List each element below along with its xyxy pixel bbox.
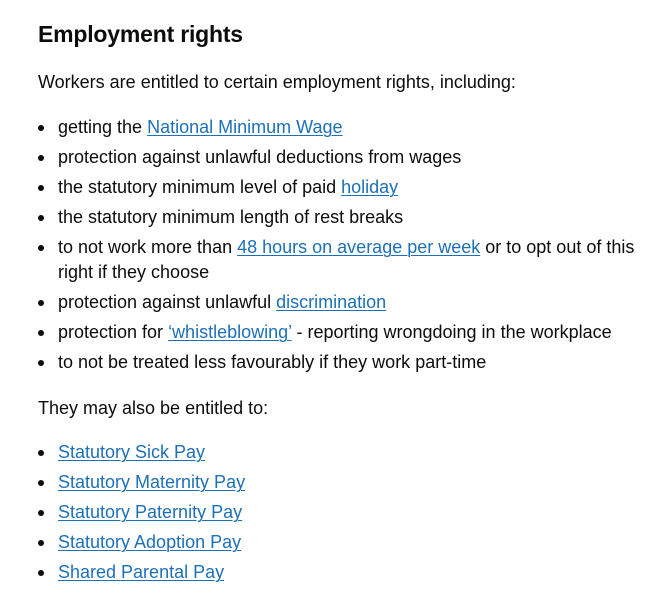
bullet-icon	[38, 125, 44, 131]
list-item: protection against unlawful discriminati…	[38, 290, 658, 315]
bullet-icon	[38, 185, 44, 191]
list-item: the statutory minimum level of paid holi…	[38, 175, 658, 200]
list-item: Statutory Paternity Pay	[38, 500, 658, 525]
bullet-icon	[38, 540, 44, 546]
list-item: Statutory Adoption Pay	[38, 530, 658, 555]
statutory-paternity-pay-link[interactable]: Statutory Paternity Pay	[58, 502, 242, 522]
whistleblowing-link[interactable]: ‘whistleblowing’	[168, 322, 291, 342]
bullet-icon	[38, 330, 44, 336]
bullet-icon	[38, 300, 44, 306]
list-item: to not work more than 48 hours on averag…	[38, 235, 658, 285]
national-minimum-wage-link[interactable]: National Minimum Wage	[147, 117, 342, 137]
bullet-icon	[38, 155, 44, 161]
discrimination-link[interactable]: discrimination	[276, 292, 386, 312]
shared-parental-pay-link[interactable]: Shared Parental Pay	[58, 562, 224, 582]
intro-text: Workers are entitled to certain employme…	[38, 72, 516, 92]
bullet-icon	[38, 245, 44, 251]
statutory-sick-pay-link[interactable]: Statutory Sick Pay	[58, 442, 205, 462]
list-item: the statutory minimum length of rest bre…	[38, 205, 658, 230]
also-entitled-text: They may also be entitled to:	[38, 398, 269, 418]
page-heading: Employment rights	[38, 21, 243, 47]
list-item: to not be treated less favourably if the…	[38, 350, 658, 375]
list-item: Statutory Maternity Pay	[38, 470, 658, 495]
list-item: Shared Parental Pay	[38, 560, 658, 585]
48-hours-link[interactable]: 48 hours on average per week	[237, 237, 480, 257]
list-item: Statutory Sick Pay	[38, 440, 658, 465]
holiday-link[interactable]: holiday	[341, 177, 398, 197]
statutory-adoption-pay-link[interactable]: Statutory Adoption Pay	[58, 532, 241, 552]
list-item: protection for ‘whistleblowing’ - report…	[38, 320, 658, 345]
statutory-maternity-pay-link[interactable]: Statutory Maternity Pay	[58, 472, 245, 492]
bullet-icon	[38, 570, 44, 576]
bullet-icon	[38, 510, 44, 516]
list-item: protection against unlawful deductions f…	[38, 145, 658, 170]
bullet-icon	[38, 450, 44, 456]
also-entitled-list: Statutory Sick Pay Statutory Maternity P…	[38, 440, 658, 590]
bullet-icon	[38, 360, 44, 366]
bullet-icon	[38, 215, 44, 221]
list-item: getting the National Minimum Wage	[38, 115, 658, 140]
rights-list: getting the National Minimum Wage protec…	[38, 115, 658, 380]
bullet-icon	[38, 480, 44, 486]
